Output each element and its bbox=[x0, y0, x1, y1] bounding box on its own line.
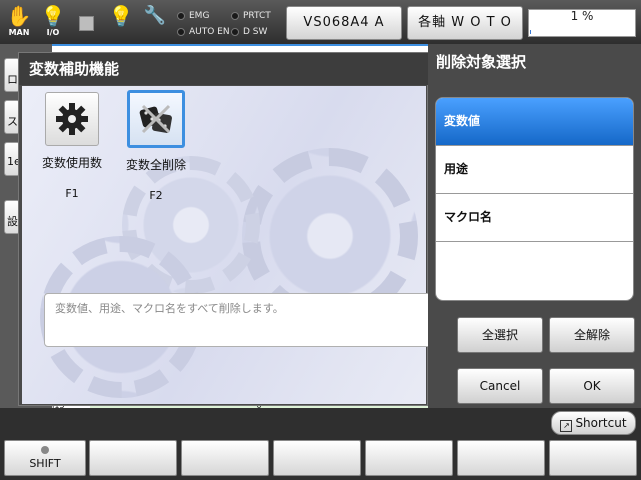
dsw-lamp-icon bbox=[231, 28, 239, 36]
function-icon-button[interactable] bbox=[45, 92, 99, 146]
variable-assist-dialog: 変数補助機能 変数使用数 F1 変数全削除 F2 変数値、用途、マクロ名をすべて… bbox=[18, 52, 434, 406]
function-key-label: F2 bbox=[149, 189, 163, 202]
shift-lamp-icon bbox=[41, 446, 49, 454]
function-label: 変数全削除 bbox=[126, 158, 187, 172]
ok-button[interactable]: OK bbox=[549, 368, 635, 404]
program-button[interactable]: VS068A4 A bbox=[286, 6, 402, 40]
shortcut-icon: ↗ bbox=[560, 420, 573, 432]
shortcut-label: Shortcut bbox=[575, 416, 627, 430]
delete-target-list: 変数値 用途 マクロ名 bbox=[435, 97, 634, 301]
progress-fill bbox=[530, 30, 532, 34]
progress-indicator: 1 % bbox=[528, 9, 636, 37]
auto-en-lamp-icon bbox=[177, 28, 185, 36]
shift-button[interactable]: SHIFT bbox=[4, 440, 86, 476]
shift-label: SHIFT bbox=[29, 457, 61, 470]
prtct-label: PRTCT bbox=[243, 11, 271, 21]
function-key-6[interactable] bbox=[549, 440, 637, 476]
io-label: I/O bbox=[46, 28, 60, 37]
man-label: MAN bbox=[8, 28, 30, 37]
function-key-4[interactable] bbox=[365, 440, 453, 476]
function-key-3[interactable] bbox=[273, 440, 361, 476]
function-label: 変数使用数 bbox=[42, 156, 103, 170]
manual-mode-indicator[interactable]: ✋ MAN bbox=[6, 4, 32, 40]
emg-label: EMG bbox=[189, 11, 210, 21]
deselect-all-button[interactable]: 全解除 bbox=[549, 317, 635, 353]
list-item-macro-name[interactable]: マクロ名 bbox=[436, 194, 633, 242]
lightbulb-icon: 💡 bbox=[40, 4, 66, 28]
progress-text: 1 % bbox=[570, 9, 594, 23]
function-icon-button[interactable] bbox=[127, 90, 185, 148]
dialog-body: 変数使用数 F1 変数全削除 F2 bbox=[22, 86, 426, 404]
function-key-1[interactable] bbox=[89, 440, 177, 476]
tool-indicator: 🔧 bbox=[142, 4, 168, 40]
prtct-lamp-icon bbox=[231, 12, 239, 20]
function-delete-all-variables[interactable]: 変数全削除 F2 bbox=[126, 90, 186, 202]
list-item-variable-value[interactable]: 変数値 bbox=[436, 98, 633, 146]
function-key-label: F1 bbox=[65, 187, 79, 200]
bg-grid-header bbox=[52, 44, 428, 52]
function-key-2[interactable] bbox=[181, 440, 269, 476]
cancel-button[interactable]: Cancel bbox=[457, 368, 543, 404]
stop-square-icon bbox=[79, 16, 94, 31]
bulb-icon: 💡 bbox=[108, 4, 134, 28]
delete-target-panel: 削除対象選択 変数値 用途 マクロ名 全選択 全解除 Cancel OK bbox=[428, 44, 641, 408]
list-item-empty[interactable] bbox=[436, 242, 633, 300]
axis-mode-button[interactable]: 各軸 W O T O bbox=[407, 6, 523, 40]
emg-lamp-icon bbox=[177, 12, 185, 20]
shortcut-button[interactable]: ↗ Shortcut bbox=[551, 411, 636, 435]
select-all-button[interactable]: 全選択 bbox=[457, 317, 543, 353]
delete-dice-icon bbox=[139, 104, 172, 134]
hand-icon: ✋ bbox=[6, 4, 32, 28]
function-variable-usage[interactable]: 変数使用数 F1 bbox=[42, 92, 102, 200]
function-key-5[interactable] bbox=[457, 440, 545, 476]
dsw-label: D SW bbox=[243, 27, 268, 37]
wrench-icon: 🔧 bbox=[143, 5, 167, 26]
description-message: 変数値、用途、マクロ名をすべて削除します。 bbox=[44, 293, 434, 347]
gear-icon bbox=[56, 103, 88, 135]
dialog-title: 変数補助機能 bbox=[19, 53, 429, 85]
auto-en-label: AUTO EN bbox=[189, 27, 230, 37]
lamp-indicator: 💡 bbox=[108, 4, 134, 40]
io-indicator[interactable]: 💡 I/O bbox=[40, 4, 66, 40]
list-item-usage[interactable]: 用途 bbox=[436, 146, 633, 194]
panel-title: 削除対象選択 bbox=[436, 53, 527, 71]
